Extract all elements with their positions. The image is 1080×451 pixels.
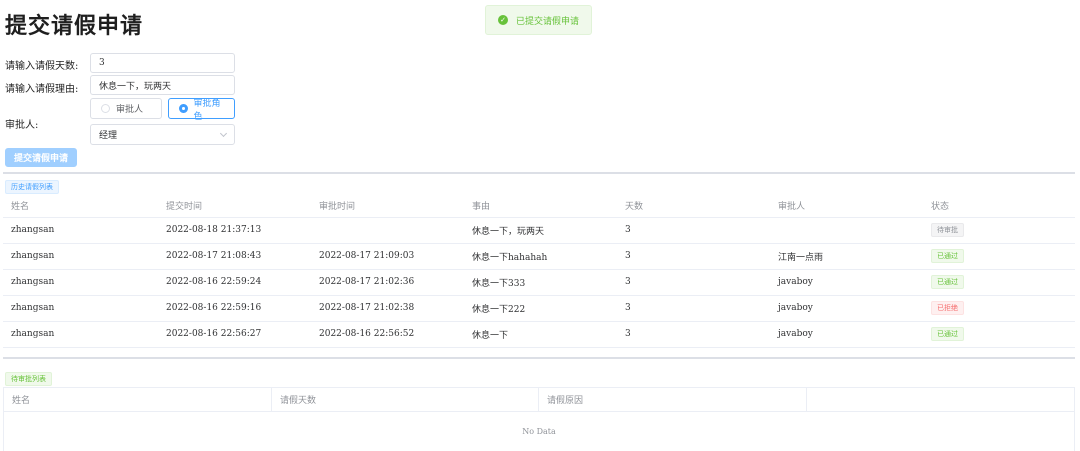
days-label: 请输入请假天数: xyxy=(5,61,79,72)
cell-name: zhangsan xyxy=(3,243,158,270)
cell-name: zhangsan xyxy=(3,217,158,244)
cell-days: 3 xyxy=(617,217,770,244)
history-table: 姓名 提交时间 审批时间 事由 天数 审批人 状态 zhangsan 2022-… xyxy=(3,195,1075,348)
submit-leave-button[interactable]: 提交请假申请 xyxy=(5,148,77,167)
cell-reason: 休息一下333 xyxy=(464,269,617,296)
radio-checked-icon xyxy=(179,104,188,113)
status-badge: 已通过 xyxy=(931,327,964,341)
cell-name: zhangsan xyxy=(3,321,158,348)
cell-approve-time: 2022-08-17 21:02:38 xyxy=(311,295,464,322)
cell-submit-time: 2022-08-16 22:56:27 xyxy=(158,321,311,348)
section-divider xyxy=(3,172,1075,174)
pending-table-header: 姓名 请假天数 请假原因 xyxy=(4,387,1074,412)
radio-role-label: 审批角色 xyxy=(193,98,221,122)
cell-approver: javaboy xyxy=(770,321,923,348)
chevron-down-icon xyxy=(219,129,228,137)
cell-name: zhangsan xyxy=(3,269,158,296)
role-select-value: 经理 xyxy=(99,131,118,141)
table-row: zhangsan 2022-08-16 22:59:16 2022-08-17 … xyxy=(3,295,1075,322)
cell-days: 3 xyxy=(617,295,770,322)
cell-approve-time: 2022-08-16 22:56:52 xyxy=(311,321,464,348)
status-badge: 已通过 xyxy=(931,275,964,289)
col-leave-days: 请假天数 xyxy=(272,388,539,411)
role-select[interactable]: 经理 xyxy=(90,124,235,145)
col-actions xyxy=(807,388,1074,411)
cell-submit-time: 2022-08-18 21:37:13 xyxy=(158,217,311,244)
history-table-header: 姓名 提交时间 审批时间 事由 天数 审批人 状态 xyxy=(3,195,1075,218)
history-list-tag: 历史请假列表 xyxy=(5,180,59,194)
table-row: zhangsan 2022-08-16 22:59:24 2022-08-17 … xyxy=(3,269,1075,296)
cell-submit-time: 2022-08-16 22:59:24 xyxy=(158,269,311,296)
toast-message: 已提交请假申请 xyxy=(516,16,580,27)
section-divider xyxy=(3,357,1075,359)
radio-empty-icon xyxy=(101,104,110,113)
cell-reason: 休息一下hahahah xyxy=(464,243,617,270)
cell-approver: javaboy xyxy=(770,269,923,296)
cell-name: zhangsan xyxy=(3,295,158,322)
cell-days: 3 xyxy=(617,269,770,296)
cell-approver: 江南一点雨 xyxy=(770,243,923,270)
approver-label: 审批人: xyxy=(5,120,39,131)
cell-approve-time: 2022-08-17 21:02:36 xyxy=(311,269,464,296)
col-approve-time: 审批时间 xyxy=(311,195,464,218)
col-name: 姓名 xyxy=(3,195,158,218)
col-days: 天数 xyxy=(617,195,770,218)
cell-reason: 休息一下，玩两天 xyxy=(464,217,617,244)
cell-days: 3 xyxy=(617,243,770,270)
cell-reason: 休息一下 xyxy=(464,321,617,348)
cell-approver xyxy=(770,217,923,244)
radio-approver-role[interactable]: 审批角色 xyxy=(168,98,235,122)
status-badge: 已拒绝 xyxy=(931,301,964,315)
radio-approver-person[interactable]: 审批人 xyxy=(90,98,162,119)
status-badge: 待审批 xyxy=(931,223,964,237)
col-status: 状态 xyxy=(923,195,1075,218)
status-badge: 已通过 xyxy=(931,249,964,263)
cell-approve-time: 2022-08-17 21:09:03 xyxy=(311,243,464,270)
pending-list-tag: 待审批列表 xyxy=(5,372,52,386)
radio-person-label: 审批人 xyxy=(116,105,144,115)
col-reason: 事由 xyxy=(464,195,617,218)
col-name: 姓名 xyxy=(4,388,272,411)
col-approver: 审批人 xyxy=(770,195,923,218)
cell-submit-time: 2022-08-17 21:08:43 xyxy=(158,243,311,270)
cell-days: 3 xyxy=(617,321,770,348)
cell-approver: javaboy xyxy=(770,295,923,322)
col-submit-time: 提交时间 xyxy=(158,195,311,218)
check-circle-icon: ✓ xyxy=(498,15,508,25)
col-leave-reason: 请假原因 xyxy=(539,388,807,411)
cell-submit-time: 2022-08-16 22:59:16 xyxy=(158,295,311,322)
no-data-placeholder: No Data xyxy=(522,427,556,436)
success-toast: ✓ 已提交请假申请 xyxy=(485,5,592,35)
page-title: 提交请假申请 xyxy=(5,13,144,39)
reason-input[interactable]: 休息一下，玩两天 xyxy=(90,75,235,95)
table-row: zhangsan 2022-08-16 22:56:27 2022-08-16 … xyxy=(3,321,1075,348)
cell-reason: 休息一下222 xyxy=(464,295,617,322)
table-row: zhangsan 2022-08-18 21:37:13 休息一下，玩两天 3 … xyxy=(3,217,1075,244)
cell-approve-time xyxy=(311,217,464,244)
reason-label: 请输入请假理由: xyxy=(5,84,79,95)
days-input[interactable]: 3 xyxy=(90,53,235,73)
pending-table: 姓名 请假天数 请假原因 No Data xyxy=(3,387,1075,451)
table-row: zhangsan 2022-08-17 21:08:43 2022-08-17 … xyxy=(3,243,1075,270)
